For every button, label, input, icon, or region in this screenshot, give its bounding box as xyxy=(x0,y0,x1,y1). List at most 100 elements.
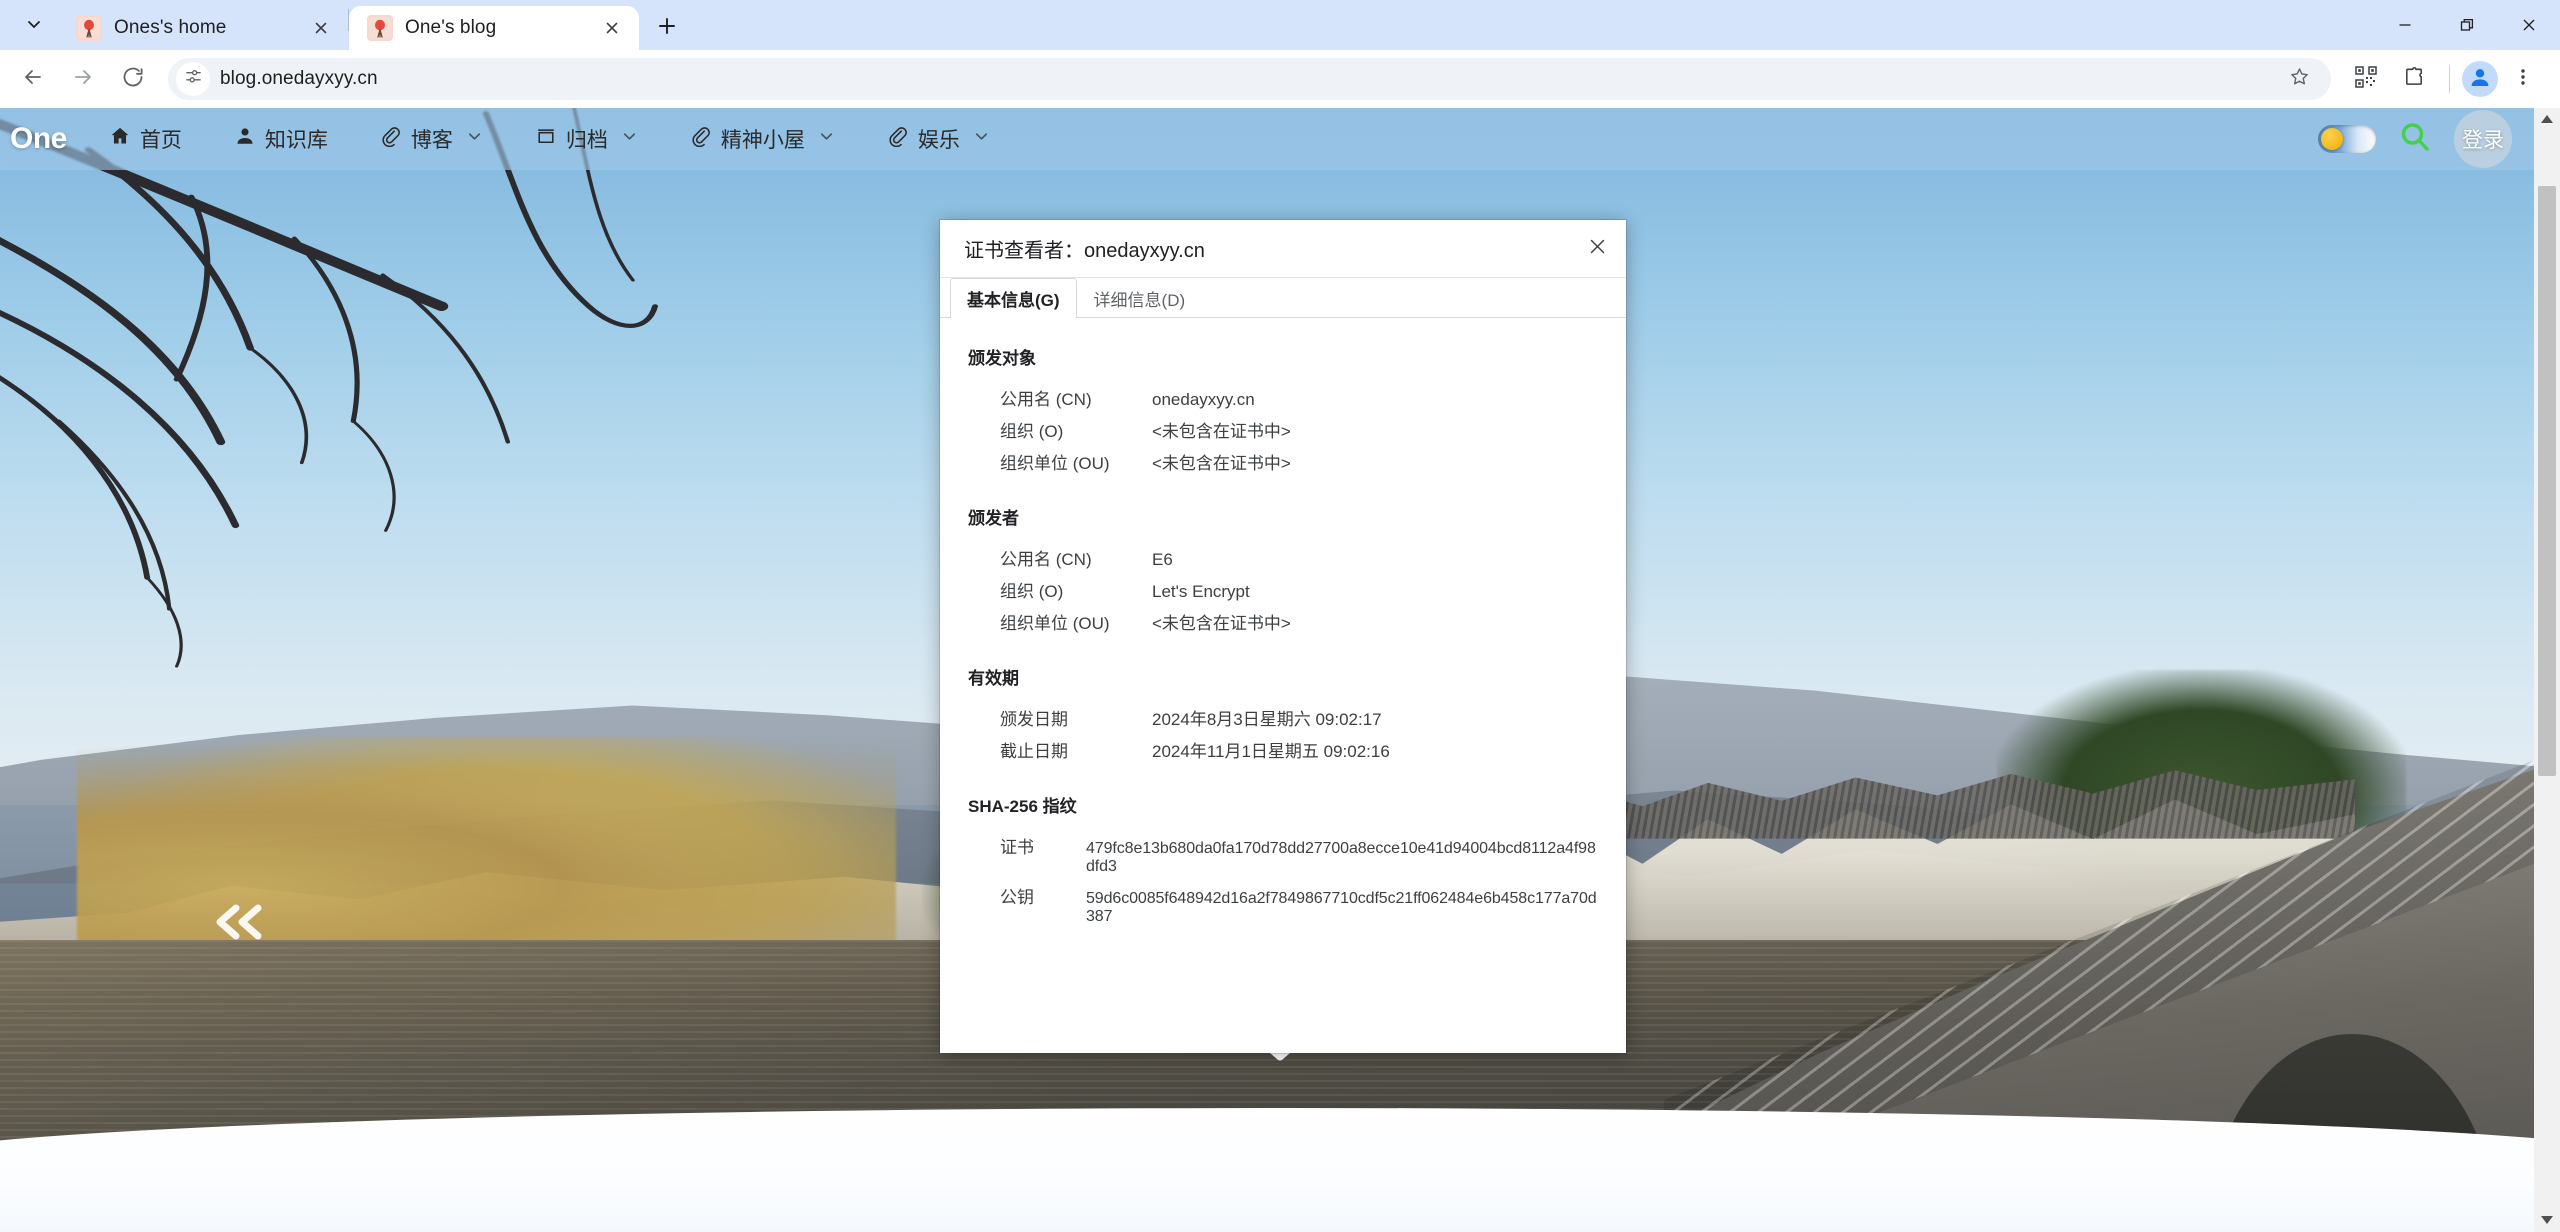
scrollbar-thumb[interactable] xyxy=(2538,186,2556,776)
nav-label: 娱乐 xyxy=(917,129,960,152)
certificate-title-prefix: 证书查看者： xyxy=(964,240,1084,262)
tab-title: Ones's home xyxy=(114,17,227,38)
nav-item-knowledge-base[interactable]: 知识库 xyxy=(208,108,354,170)
reload-button[interactable] xyxy=(110,56,156,102)
window-restore-button[interactable] xyxy=(2436,0,2498,50)
extensions-button[interactable] xyxy=(2391,56,2437,102)
field-value: <未包含在证书中> xyxy=(1152,614,1291,633)
field-value: Let's Encrypt xyxy=(1152,582,1250,601)
certificate-dialog-tabs: 基本信息(G) 详细信息(D) xyxy=(940,278,1626,318)
triangle-up-icon xyxy=(2541,111,2553,129)
field-label: 颁发日期 xyxy=(1000,710,1068,729)
nav-label: 首页 xyxy=(139,129,182,152)
double-chevron-left-icon xyxy=(210,900,268,949)
section-rows: 颁发日期 2024年8月3日星期六 09:02:17 截止日期 2024年11月… xyxy=(968,705,1598,762)
tab-title: One's blog xyxy=(405,17,497,38)
star-icon xyxy=(2289,66,2310,92)
certificate-dialog-titlebar: 证书查看者：onedayxyy.cn xyxy=(940,220,1626,278)
tab-search-button[interactable] xyxy=(10,6,58,46)
paperclip-icon xyxy=(690,125,712,153)
nav-label: 精神小屋 xyxy=(720,129,805,152)
nav-label: 博客 xyxy=(410,129,453,152)
browser-tab-1[interactable]: Ones's home xyxy=(58,6,348,50)
section-rows: 公用名 (CN) onedayxyy.cn 组织 (O) <未包含在证书中> 组… xyxy=(968,385,1598,474)
section-subject: 颁发对象 公用名 (CN) onedayxyy.cn 组织 (O) <未包含在证… xyxy=(968,344,1598,474)
site-info-button[interactable] xyxy=(176,62,210,96)
scrollbar-up-button[interactable] xyxy=(2534,108,2560,132)
cert-field-row: 颁发日期 2024年8月3日星期六 09:02:17 xyxy=(1000,705,1598,730)
field-label: 组织 (O) xyxy=(1000,422,1064,441)
certificate-dialog-close-button[interactable] xyxy=(1576,228,1618,270)
back-button[interactable] xyxy=(10,56,56,102)
section-rows: 证书 479fc8e13b680da0fa170d78dd27700a8ecce… xyxy=(968,833,1598,926)
field-value: onedayxyy.cn xyxy=(1152,390,1255,409)
field-value: E6 xyxy=(1152,550,1173,569)
field-label: 组织 (O) xyxy=(1000,582,1064,601)
tab-general-info[interactable]: 基本信息(G) xyxy=(950,278,1077,318)
plus-icon xyxy=(656,15,678,42)
field-label: 证书 xyxy=(1000,838,1034,857)
archive-box-icon xyxy=(535,125,557,153)
cert-field-row: 公钥 59d6c0085f648942d16a2f7849867710cdf5c… xyxy=(1000,883,1598,926)
scrollbar-down-button[interactable] xyxy=(2534,1208,2560,1232)
cert-field-row: 组织 (O) <未包含在证书中> xyxy=(1000,417,1598,442)
wave-shape-front xyxy=(0,1108,2560,1232)
window-minimize-button[interactable] xyxy=(2374,0,2436,50)
chevron-down-icon xyxy=(818,127,835,151)
toolbar-right-actions xyxy=(2343,56,2546,102)
new-tab-button[interactable] xyxy=(645,6,689,50)
browser-tab-2[interactable]: One's blog xyxy=(349,6,639,50)
field-value: 59d6c0085f648942d16a2f7849867710cdf5c21f… xyxy=(1086,890,1597,925)
tab-close-button[interactable] xyxy=(306,13,336,43)
site-logo[interactable]: One xyxy=(0,122,83,156)
chrome-menu-button[interactable] xyxy=(2500,56,2546,102)
certificate-dialog-title: 证书查看者：onedayxyy.cn xyxy=(964,234,1576,263)
page-scrollbar[interactable] xyxy=(2534,108,2560,1232)
login-button[interactable]: 登录 xyxy=(2454,110,2512,168)
section-heading: 颁发对象 xyxy=(968,349,1036,368)
field-value: 2024年8月3日星期六 09:02:17 xyxy=(1152,710,1382,729)
certificate-dialog-body: 颁发对象 公用名 (CN) onedayxyy.cn 组织 (O) <未包含在证… xyxy=(940,318,1626,1053)
window-close-button[interactable] xyxy=(2498,0,2560,50)
restore-icon xyxy=(2460,18,2474,31)
login-label: 登录 xyxy=(2462,129,2504,152)
profile-avatar[interactable] xyxy=(2462,61,2498,97)
triangle-down-icon xyxy=(2541,1211,2553,1229)
section-validity: 有效期 颁发日期 2024年8月3日星期六 09:02:17 截止日期 2024… xyxy=(968,664,1598,762)
section-sha256-fingerprints: SHA-256 指纹 证书 479fc8e13b680da0fa170d78dd… xyxy=(968,792,1598,926)
puzzle-icon xyxy=(2403,65,2426,93)
cert-field-row: 证书 479fc8e13b680da0fa170d78dd27700a8ecce… xyxy=(1000,833,1598,876)
field-label: 公钥 xyxy=(1000,888,1034,907)
paperclip-icon xyxy=(887,125,909,153)
home-icon xyxy=(109,125,131,153)
tab-strip: Ones's home One's blog xyxy=(0,0,2560,50)
section-issuer: 颁发者 公用名 (CN) E6 组织 (O) Let's Encrypt 组织单… xyxy=(968,504,1598,634)
site-search-button[interactable] xyxy=(2398,120,2432,159)
nav-item-entertainment[interactable]: 娱乐 xyxy=(861,108,1016,170)
nav-item-archive[interactable]: 归档 xyxy=(509,108,664,170)
tab-label: 详细信息(D) xyxy=(1093,291,1186,310)
sun-cloud-toggle-icon xyxy=(2321,128,2343,150)
qr-code-button[interactable] xyxy=(2343,56,2389,102)
tab-detail-info[interactable]: 详细信息(D) xyxy=(1077,278,1203,318)
address-bar[interactable]: blog.onedayxyy.cn xyxy=(168,58,2331,100)
field-value: 2024年11月1日星期五 09:02:16 xyxy=(1152,742,1390,761)
tree-balloon-icon xyxy=(367,15,393,41)
chevron-down-icon xyxy=(24,14,44,39)
browser-toolbar: blog.onedayxyy.cn xyxy=(0,50,2560,108)
bookmark-star-button[interactable] xyxy=(2281,61,2317,97)
field-label: 公用名 (CN) xyxy=(1000,550,1092,569)
forward-button[interactable] xyxy=(60,56,106,102)
theme-toggle[interactable] xyxy=(2318,125,2376,153)
certificate-title-host: onedayxyy.cn xyxy=(1084,240,1205,262)
cert-field-row: 公用名 (CN) onedayxyy.cn xyxy=(1000,385,1598,410)
certificate-viewer-dialog: 证书查看者：onedayxyy.cn 基本信息(G) 详细信息(D) 颁发对象 … xyxy=(940,220,1626,1053)
paperclip-icon xyxy=(380,125,402,153)
cert-field-row: 组织单位 (OU) <未包含在证书中> xyxy=(1000,449,1598,474)
nav-item-blog[interactable]: 博客 xyxy=(354,108,509,170)
nav-item-home[interactable]: 首页 xyxy=(83,108,208,170)
tab-close-button[interactable] xyxy=(597,13,627,43)
prev-slide-button[interactable] xyxy=(210,900,268,949)
nav-item-spirit-house[interactable]: 精神小屋 xyxy=(664,108,861,170)
reload-icon xyxy=(121,65,145,94)
